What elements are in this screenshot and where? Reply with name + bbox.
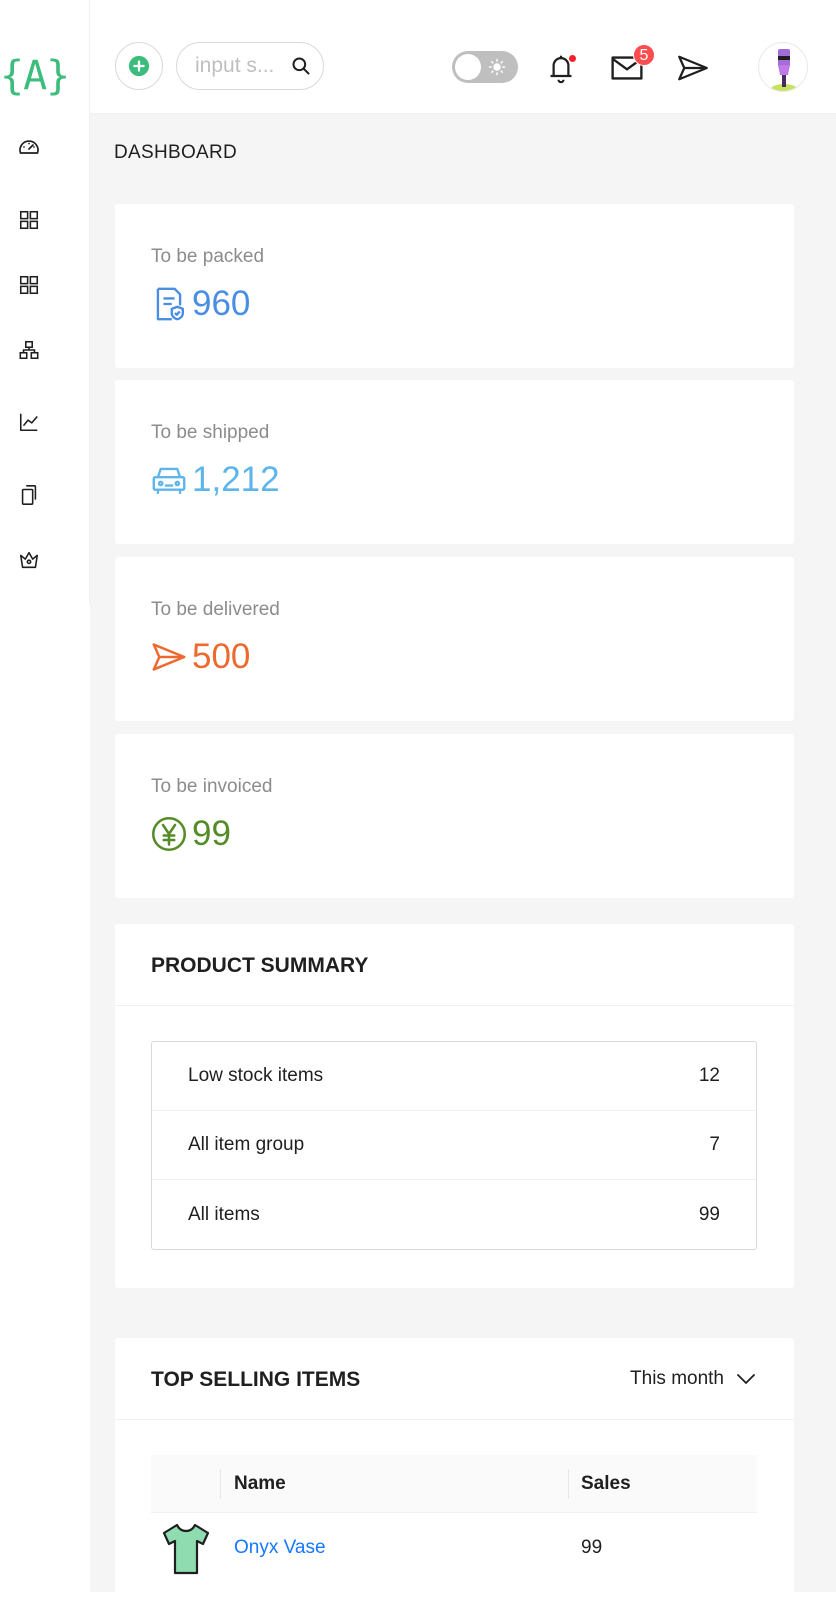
- notification-dot: [568, 54, 577, 63]
- stat-value-row: 99: [151, 814, 231, 854]
- plus-circle-icon: [128, 55, 150, 77]
- crown-icon: [19, 551, 39, 569]
- period-select[interactable]: This month: [630, 1368, 756, 1390]
- sidebar-item-premium[interactable]: [14, 545, 44, 575]
- yen-circle-icon: [151, 816, 187, 852]
- sidebar-item-dashboard[interactable]: [14, 133, 44, 163]
- summary-value: 99: [698, 1203, 720, 1225]
- summary-label: All items: [188, 1203, 260, 1225]
- send-button[interactable]: [673, 48, 713, 88]
- period-label: This month: [630, 1368, 724, 1389]
- column-divider: [568, 1469, 569, 1499]
- stat-value-row: 1,212: [151, 460, 280, 500]
- search-input[interactable]: [195, 54, 281, 78]
- chevron-down-icon: [737, 1374, 755, 1384]
- search-box[interactable]: [176, 42, 324, 90]
- table-row: Onyx Vase 99: [151, 1513, 757, 1583]
- stat-value: 960: [192, 284, 251, 323]
- stat-value: 1,212: [192, 460, 280, 499]
- page-title: DASHBOARD: [114, 142, 238, 163]
- product-summary-card: PRODUCT SUMMARY Low stock items 12 All i…: [115, 924, 794, 1288]
- summary-value: 7: [709, 1134, 720, 1155]
- item-name-link[interactable]: Onyx Vase: [234, 1537, 326, 1559]
- line-chart-icon: [19, 413, 38, 432]
- sidebar-item-apps-2[interactable]: [14, 270, 44, 300]
- item-sales: 99: [581, 1537, 603, 1558]
- stat-label: To be packed: [151, 246, 265, 267]
- file-protect-icon: [151, 286, 187, 322]
- stat-value-row: 960: [151, 284, 250, 324]
- panel-header: TOP SELLING ITEMS This month: [115, 1338, 794, 1420]
- stat-value-row: 500: [151, 637, 250, 677]
- stat-card-delivered: To be delivered 500: [115, 557, 794, 721]
- summary-label: Low stock items: [188, 1065, 324, 1086]
- panel-header: PRODUCT SUMMARY: [115, 924, 794, 1006]
- column-header-name[interactable]: Name: [234, 1473, 286, 1495]
- copy-icon: [21, 485, 37, 505]
- panel-title: TOP SELLING ITEMS: [151, 1368, 361, 1391]
- dashboard-icon: [19, 140, 39, 154]
- stat-label: To be delivered: [151, 599, 280, 620]
- add-button[interactable]: [115, 42, 163, 90]
- summary-row: Low stock items 12: [152, 1042, 756, 1111]
- user-avatar[interactable]: [758, 42, 808, 92]
- stat-label: To be shipped: [151, 422, 270, 443]
- mail-badge: 5: [633, 44, 655, 66]
- avatar-image: [771, 49, 797, 91]
- sidebar-item-documents[interactable]: [14, 480, 44, 510]
- summary-value: 12: [698, 1065, 720, 1086]
- app-logo[interactable]: {A}: [0, 52, 70, 100]
- column-header-sales[interactable]: Sales: [581, 1473, 631, 1495]
- sidebar-item-reports[interactable]: [14, 407, 44, 437]
- stat-label: To be invoiced: [151, 776, 273, 797]
- summary-table: Low stock items 12 All item group 7 All …: [151, 1041, 757, 1250]
- car-icon: [151, 462, 187, 498]
- send-icon: [678, 55, 708, 81]
- theme-toggle[interactable]: [452, 51, 518, 83]
- appstore-icon: [19, 275, 39, 295]
- table-header: Name Sales: [151, 1455, 757, 1513]
- mail-button[interactable]: 5: [607, 44, 655, 88]
- search-icon[interactable]: [291, 56, 311, 76]
- toggle-knob: [455, 54, 481, 80]
- top-selling-card: TOP SELLING ITEMS This month Name Sales …: [115, 1338, 794, 1598]
- stat-card-shipped: To be shipped 1,212: [115, 380, 794, 544]
- main-content: DASHBOARD To be packed 960 To be shipped…: [90, 114, 836, 1598]
- column-divider: [220, 1469, 221, 1499]
- stat-card-invoiced: To be invoiced 99: [115, 734, 794, 898]
- send-icon: [151, 639, 187, 675]
- appstore-icon: [19, 210, 39, 230]
- notification-button[interactable]: [541, 48, 581, 88]
- top-header: 5: [90, 18, 836, 114]
- panel-title: PRODUCT SUMMARY: [151, 954, 369, 977]
- sidebar-item-cluster[interactable]: [14, 335, 44, 365]
- summary-label: All item group: [188, 1134, 305, 1155]
- stat-value: 500: [192, 637, 251, 676]
- stat-card-packed: To be packed 960: [115, 204, 794, 368]
- sun-icon: [488, 58, 506, 76]
- cluster-icon: [19, 340, 39, 360]
- sidebar: {A}: [0, 0, 90, 605]
- tshirt-icon: [161, 1521, 211, 1581]
- top-selling-table: Name Sales Onyx Vase 99: [151, 1455, 757, 1583]
- sidebar-item-apps[interactable]: [14, 205, 44, 235]
- stat-value: 99: [192, 814, 231, 853]
- summary-row: All items 99: [152, 1180, 756, 1249]
- summary-row: All item group 7: [152, 1111, 756, 1180]
